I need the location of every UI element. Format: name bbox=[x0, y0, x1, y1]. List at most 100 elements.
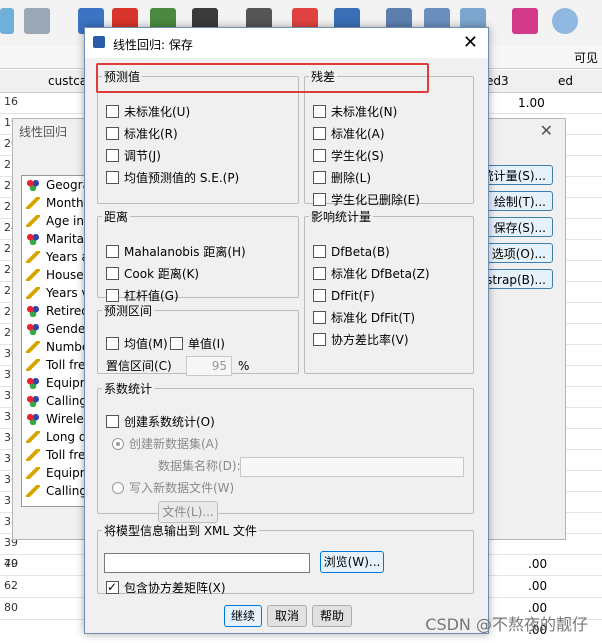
variable-list-item[interactable]: Numbe bbox=[22, 338, 90, 356]
dataset-name-input[interactable] bbox=[240, 457, 464, 477]
predicted-unstandardized-checkbox[interactable] bbox=[106, 105, 119, 118]
dffit-checkbox[interactable] bbox=[313, 289, 326, 302]
variable-list-item[interactable]: Calling bbox=[22, 392, 90, 410]
predicted-se-checkbox[interactable] bbox=[106, 171, 119, 184]
dfbeta-option[interactable]: DfBeta(B) bbox=[313, 243, 390, 261]
cancel-button[interactable]: 取消 bbox=[267, 605, 307, 627]
value-labels-icon[interactable] bbox=[512, 8, 538, 34]
residual-studentized-deleted-checkbox[interactable] bbox=[313, 193, 326, 206]
help-button[interactable]: 帮助 bbox=[312, 605, 352, 627]
variable-list-item[interactable]: Geogra bbox=[22, 176, 90, 194]
column-header-ed[interactable]: ed bbox=[558, 74, 573, 88]
file-button[interactable]: 文件(L)... bbox=[158, 501, 218, 523]
residual-standardized-option[interactable]: 标准化(A) bbox=[313, 125, 385, 143]
column-header-ed3[interactable]: ed3 bbox=[486, 74, 509, 88]
close-icon[interactable]: ✕ bbox=[540, 121, 553, 140]
variable-list-item[interactable]: Toll fre bbox=[22, 446, 90, 464]
column-header-custcat[interactable]: custca bbox=[48, 74, 87, 88]
confidence-interval-input[interactable]: 95 bbox=[186, 356, 232, 376]
variable-label: Long d bbox=[46, 430, 87, 444]
write-new-file-radio[interactable] bbox=[112, 481, 124, 494]
standardized-dfbeta-checkbox[interactable] bbox=[313, 267, 326, 280]
residual-unstandardized-checkbox[interactable] bbox=[313, 105, 326, 118]
cook-distance-checkbox[interactable] bbox=[106, 267, 119, 280]
row-number[interactable]: 79 bbox=[0, 557, 18, 570]
variable-list-item[interactable]: Years v bbox=[22, 284, 90, 302]
predicted-adjusted-checkbox[interactable] bbox=[106, 149, 119, 162]
continue-button[interactable]: 继续 bbox=[224, 605, 262, 627]
create-new-dataset-radio[interactable] bbox=[112, 437, 124, 450]
scale-icon bbox=[26, 431, 40, 443]
write-new-file-option[interactable]: 写入新数据文件(W) bbox=[112, 479, 234, 497]
predicted-adjusted-option[interactable]: 调节(J) bbox=[106, 147, 161, 165]
dffit-option[interactable]: DfFit(F) bbox=[313, 287, 375, 305]
cell-ed3[interactable]: .00 bbox=[528, 579, 547, 593]
variable-label: Toll fre bbox=[46, 448, 86, 462]
variable-list-item[interactable]: Years a bbox=[22, 248, 90, 266]
redo-icon[interactable] bbox=[24, 8, 50, 34]
interval-individual-checkbox[interactable] bbox=[170, 337, 183, 350]
variable-list-item[interactable]: Months bbox=[22, 194, 90, 212]
include-covariance-option[interactable]: 包含协方差矩阵(X) bbox=[106, 578, 226, 597]
residual-standardized-checkbox[interactable] bbox=[313, 127, 326, 140]
interval-individual-option[interactable]: 单值(I) bbox=[170, 335, 225, 353]
scale-icon bbox=[26, 467, 40, 479]
residual-deleted-checkbox[interactable] bbox=[313, 171, 326, 184]
variable-list-item[interactable]: Equipm bbox=[22, 464, 90, 482]
nominal-icon bbox=[26, 179, 40, 191]
confidence-interval-label: 置信区间(C) bbox=[106, 359, 172, 373]
predicted-se-option[interactable]: 均值预测值的 S.E.(P) bbox=[106, 169, 239, 187]
variable-list-item[interactable]: House bbox=[22, 266, 90, 284]
interval-mean-option[interactable]: 均值(M) bbox=[106, 335, 168, 353]
close-icon[interactable]: ✕ bbox=[463, 32, 478, 53]
cook-distance-option[interactable]: Cook 距离(K) bbox=[106, 265, 199, 283]
residual-studentized-deleted-option[interactable]: 学生化已删除(E) bbox=[313, 191, 420, 209]
variable-list-item[interactable]: Age in bbox=[22, 212, 90, 230]
mahalanobis-checkbox[interactable] bbox=[106, 245, 119, 258]
browse-button[interactable]: 浏览(W)... bbox=[320, 551, 384, 573]
predicted-standardized-checkbox[interactable] bbox=[106, 127, 119, 140]
xml-path-input[interactable] bbox=[104, 553, 310, 573]
variable-list-item[interactable]: Wireles bbox=[22, 410, 90, 428]
cell-ed3[interactable]: .00 bbox=[528, 557, 547, 571]
use-sets-icon[interactable] bbox=[552, 8, 578, 34]
row-number[interactable]: 16 bbox=[0, 95, 18, 108]
residual-studentized-option[interactable]: 学生化(S) bbox=[313, 147, 384, 165]
variable-list-item[interactable]: Toll fre bbox=[22, 356, 90, 374]
include-covariance-checkbox[interactable] bbox=[106, 578, 119, 596]
dfbeta-checkbox[interactable] bbox=[313, 245, 326, 258]
predicted-standardized-option[interactable]: 标准化(R) bbox=[106, 125, 178, 143]
mahalanobis-option[interactable]: Mahalanobis 距离(H) bbox=[106, 243, 246, 261]
row-number[interactable]: 80 bbox=[0, 601, 18, 614]
predicted-unstandardized-option[interactable]: 未标准化(U) bbox=[106, 103, 190, 121]
variable-list-item[interactable]: Calling bbox=[22, 482, 90, 500]
variable-label: House bbox=[46, 268, 84, 282]
create-coefficient-statistics-checkbox[interactable] bbox=[106, 415, 119, 428]
nominal-icon bbox=[26, 377, 40, 389]
standardized-dffit-checkbox[interactable] bbox=[313, 311, 326, 324]
create-new-dataset-option[interactable]: 创建新数据集(A) bbox=[112, 435, 219, 453]
residual-unstandardized-option[interactable]: 未标准化(N) bbox=[313, 103, 397, 121]
undo-icon[interactable] bbox=[0, 8, 14, 34]
variable-list-item[interactable]: Retired bbox=[22, 302, 90, 320]
residual-deleted-option[interactable]: 删除(L) bbox=[313, 169, 371, 187]
leverage-checkbox[interactable] bbox=[106, 289, 119, 302]
linear-regression-title: 线性回归 bbox=[19, 125, 68, 139]
standardized-dffit-option[interactable]: 标准化 DfFit(T) bbox=[313, 309, 415, 327]
variable-list-item[interactable]: Gende bbox=[22, 320, 90, 338]
variable-list[interactable]: Geogra Months Age in Marital Years a House Yea… bbox=[21, 175, 91, 507]
cell-ed3[interactable]: 1.00 bbox=[518, 96, 545, 110]
variable-list-item[interactable]: Long d bbox=[22, 428, 90, 446]
covariance-ratio-checkbox[interactable] bbox=[313, 333, 326, 346]
covariance-ratio-option[interactable]: 协方差比率(V) bbox=[313, 331, 409, 349]
residual-studentized-checkbox[interactable] bbox=[313, 149, 326, 162]
interval-mean-checkbox[interactable] bbox=[106, 337, 119, 350]
create-coefficient-statistics-option[interactable]: 创建系数统计(O) bbox=[106, 413, 215, 431]
scale-icon bbox=[26, 287, 40, 299]
nominal-icon bbox=[26, 323, 40, 335]
variable-list-item[interactable]: Marital bbox=[22, 230, 90, 248]
variable-list-item[interactable]: Equipm bbox=[22, 374, 90, 392]
row-number[interactable]: 62 bbox=[0, 579, 18, 592]
standardized-dfbeta-option[interactable]: 标准化 DfBeta(Z) bbox=[313, 265, 430, 283]
dialog-titlebar: 线性回归: 保存 ✕ bbox=[85, 28, 488, 58]
